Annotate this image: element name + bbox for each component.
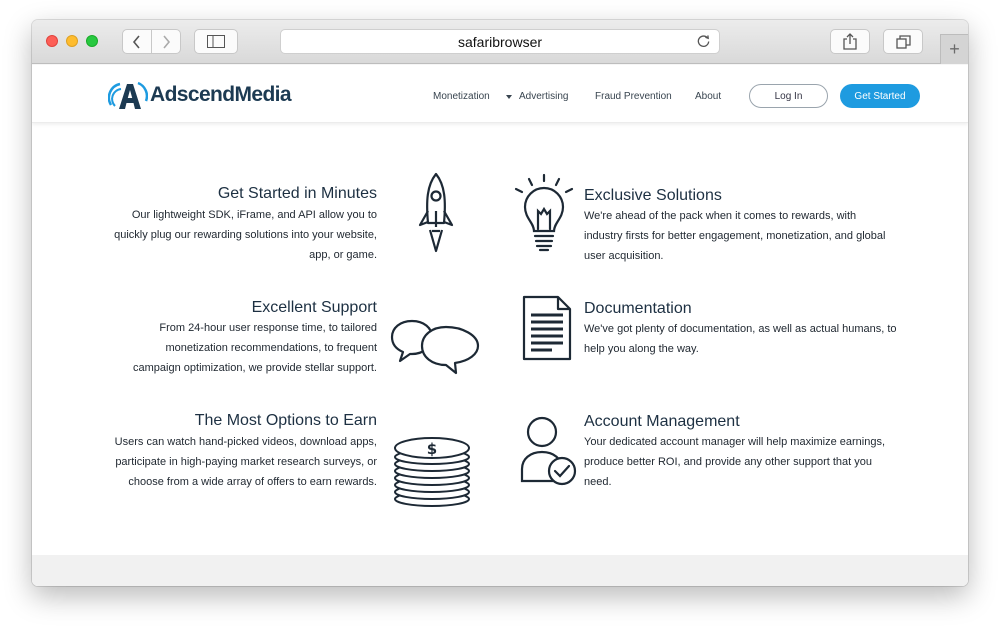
desc-line: We've got plenty of documentation, as we… [584, 323, 897, 335]
feature-title-account: Account Management [584, 413, 740, 430]
get-started-label: Get Started [854, 90, 906, 102]
back-icon [132, 34, 140, 49]
feature-desc-account: Your dedicated account manager will help… [584, 432, 914, 492]
forward-button[interactable] [151, 29, 181, 54]
browser-toolbar: safaribrowser + [32, 20, 968, 64]
get-started-button[interactable]: Get Started [840, 84, 920, 108]
sidebar-icon [207, 35, 225, 48]
feature-desc-support: From 24-hour user response time, to tail… [77, 318, 377, 378]
site-header: AdscendMedia Monetization Advertising Fr… [32, 65, 968, 123]
address-bar[interactable]: safaribrowser [280, 29, 720, 54]
log-in-button[interactable]: Log In [749, 84, 828, 108]
desc-line: We're ahead of the pack when it comes to… [584, 210, 857, 222]
reload-icon[interactable] [696, 34, 711, 49]
feature-title-get-started: Get Started in Minutes [217, 185, 377, 202]
close-window-button[interactable] [46, 35, 58, 47]
desc-line: quickly plug our rewarding solutions int… [114, 229, 377, 241]
desc-line: app, or game. [309, 249, 377, 261]
forward-icon [163, 34, 171, 49]
nav-advertising[interactable]: Advertising [519, 91, 568, 102]
browser-window: safaribrowser + AdscendMedia Monetizatio… [32, 20, 968, 586]
back-button[interactable] [122, 29, 152, 54]
desc-line: Our lightweight SDK, iFrame, and API all… [131, 209, 377, 221]
feature-desc-options: Users can watch hand-picked videos, down… [77, 432, 377, 492]
nav-monetization[interactable]: Monetization [433, 91, 490, 102]
desc-line: choose from a wide array of offers to ea… [128, 476, 377, 488]
nav-about[interactable]: About [695, 91, 721, 102]
caret-down-icon [506, 95, 512, 99]
desc-line: need. [584, 476, 612, 488]
sidebar-button[interactable] [194, 29, 238, 54]
feature-desc-exclusive: We're ahead of the pack when it comes to… [584, 206, 914, 266]
new-tab-button[interactable]: + [940, 34, 968, 64]
tabs-icon [895, 34, 911, 49]
minimize-window-button[interactable] [66, 35, 78, 47]
feature-title-documentation: Documentation [584, 300, 692, 317]
account-manager-icon [520, 416, 577, 486]
desc-line: produce better ROI, and provide any othe… [584, 456, 873, 468]
coin-stack-icon: $ [394, 437, 470, 507]
page-footer-band [32, 555, 968, 586]
svg-text:$: $ [427, 440, 437, 458]
tab-overview-button[interactable] [883, 29, 923, 54]
feature-desc-get-started: Our lightweight SDK, iFrame, and API all… [77, 205, 377, 265]
desc-line: industry firsts for better engagement, m… [584, 230, 886, 242]
desc-line: help you along the way. [584, 343, 699, 355]
document-icon [522, 295, 572, 361]
desc-line: campaign optimization, we provide stella… [133, 362, 377, 374]
web-page: AdscendMedia Monetization Advertising Fr… [32, 65, 968, 586]
zoom-window-button[interactable] [86, 35, 98, 47]
desc-line: Users can watch hand-picked videos, down… [114, 436, 377, 448]
share-button[interactable] [830, 29, 870, 54]
feature-title-support: Excellent Support [251, 299, 377, 316]
desc-line: monetization recommendations, to frequen… [165, 342, 377, 354]
nav-fraud-prevention[interactable]: Fraud Prevention [595, 91, 672, 102]
desc-line: participate in high-paying market resear… [115, 456, 377, 468]
address-text: safaribrowser [457, 33, 543, 50]
new-tab-icon: + [949, 39, 960, 59]
log-in-label: Log In [774, 90, 803, 102]
share-icon [843, 33, 857, 50]
lightbulb-icon [514, 173, 574, 252]
desc-line: user acquisition. [584, 250, 664, 262]
feature-desc-documentation: We've got plenty of documentation, as we… [584, 319, 914, 359]
feature-title-options: The Most Options to Earn [194, 412, 377, 429]
chat-bubbles-icon [390, 319, 480, 375]
feature-title-exclusive: Exclusive Solutions [584, 187, 722, 204]
desc-line: From 24-hour user response time, to tail… [159, 322, 377, 334]
rocket-icon [418, 172, 454, 253]
desc-line: Your dedicated account manager will help… [584, 436, 886, 448]
